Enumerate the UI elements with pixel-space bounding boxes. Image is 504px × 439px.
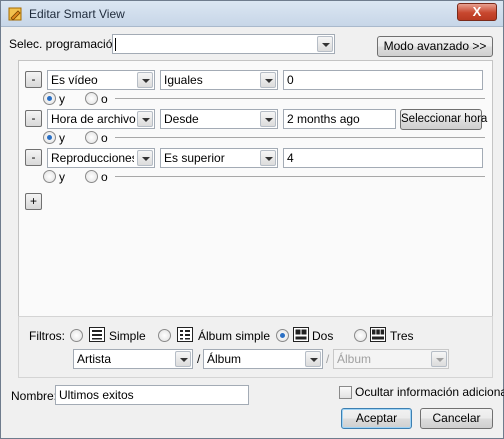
rule-value-text: 4 — [287, 151, 294, 165]
join-and-label: y — [59, 131, 65, 145]
two-column-view-icon — [293, 327, 309, 342]
filter-two-label: Dos — [312, 329, 334, 343]
chevron-down-icon[interactable] — [137, 150, 153, 166]
add-rule-button[interactable]: + — [25, 193, 42, 210]
rule-field-select[interactable]: Reproducciones (l — [47, 148, 155, 168]
rule-value-text: 2 months ago — [287, 112, 360, 126]
rule-divider — [115, 137, 485, 138]
edit-pencil-icon — [8, 7, 22, 21]
chevron-down-icon[interactable] — [260, 150, 276, 166]
filter-level-1-value: Artista — [77, 352, 112, 366]
remove-rule-button[interactable]: - — [25, 149, 42, 166]
filters-label: Filtros: — [29, 329, 65, 343]
text-caret — [115, 38, 116, 51]
accept-button[interactable]: Aceptar — [341, 408, 412, 429]
rule-field-value: Reproducciones (l — [51, 151, 134, 165]
filter-simple-radio[interactable] — [70, 329, 83, 342]
hide-info-checkbox[interactable] — [339, 386, 352, 399]
name-input-value: Ultimos exitos — [59, 388, 134, 402]
rule-operator-value: Iguales — [164, 73, 203, 87]
rule-value-input[interactable]: 0 — [283, 70, 483, 90]
chevron-down-icon[interactable] — [260, 111, 276, 127]
title-bar[interactable]: Editar Smart View X — [1, 1, 503, 27]
select-time-button[interactable]: Seleccionar hora — [400, 109, 487, 130]
rule-field-select[interactable]: Hora de archivo — [47, 109, 155, 129]
join-or-radio[interactable] — [85, 92, 98, 105]
rule-value-input[interactable]: 4 — [283, 148, 483, 168]
filter-level-1-select[interactable]: Artista — [73, 349, 193, 369]
rule-operator-select[interactable]: Es superior — [160, 148, 278, 168]
rule-operator-value: Desde — [164, 112, 199, 126]
remove-rule-button[interactable]: - — [25, 110, 42, 127]
rule-value-input[interactable]: 2 months ago — [283, 109, 396, 129]
rule-value-text: 0 — [287, 73, 294, 87]
remove-rule-button[interactable]: - — [25, 71, 42, 88]
join-and-label: y — [59, 92, 65, 106]
rule-divider — [115, 176, 485, 177]
rule-operator-select[interactable]: Iguales — [160, 70, 278, 90]
cancel-button[interactable]: Cancelar — [420, 408, 493, 429]
chevron-down-icon[interactable] — [317, 36, 333, 52]
rules-panel: - Es vídeo Iguales 0 y o - Hora de archi… — [18, 60, 493, 334]
filters-panel: Filtros: Simple Álbum simple Dos Tres Ar… — [18, 316, 493, 378]
filter-album-simple-label: Álbum simple — [198, 329, 271, 343]
smart-view-dialog: Editar Smart View X Selec. programación:… — [0, 0, 504, 439]
program-select[interactable] — [112, 34, 335, 54]
filter-separator: / — [326, 352, 330, 366]
join-and-radio[interactable] — [43, 131, 56, 144]
chevron-down-icon[interactable] — [137, 111, 153, 127]
filter-simple-label: Simple — [109, 329, 146, 343]
program-label: Selec. programación: — [9, 37, 123, 51]
join-or-radio[interactable] — [85, 170, 98, 183]
chevron-down-icon[interactable] — [175, 351, 191, 367]
rule-divider — [115, 98, 485, 99]
filter-three-radio[interactable] — [354, 329, 367, 342]
window-title: Editar Smart View — [29, 7, 125, 21]
join-or-radio[interactable] — [85, 131, 98, 144]
filter-three-label: Tres — [390, 329, 414, 343]
name-input[interactable]: Ultimos exitos — [55, 385, 249, 405]
filter-two-radio[interactable] — [276, 329, 289, 342]
filter-separator: / — [197, 352, 201, 366]
chevron-down-icon[interactable] — [305, 351, 321, 367]
three-column-view-icon — [370, 327, 386, 342]
rule-field-value: Es vídeo — [51, 73, 98, 87]
join-and-label: y — [59, 170, 65, 184]
list-view-icon — [89, 327, 105, 342]
filter-level-2-value: Álbum — [207, 352, 242, 366]
dialog-content: Selec. programación: Modo avanzado >> - … — [2, 28, 504, 438]
filter-level-3-select: Álbum — [333, 349, 449, 369]
join-or-label: o — [101, 170, 108, 184]
name-label: Nombre: — [11, 389, 58, 403]
close-button[interactable]: X — [457, 3, 497, 21]
rule-operator-select[interactable]: Desde — [160, 109, 278, 129]
hide-info-label: Ocultar información adicional — [355, 385, 504, 399]
rule-field-select[interactable]: Es vídeo — [47, 70, 155, 90]
filter-album-simple-radio[interactable] — [158, 329, 171, 342]
filter-level-2-select[interactable]: Álbum — [203, 349, 323, 369]
chevron-down-icon[interactable] — [260, 72, 276, 88]
join-and-radio[interactable] — [43, 92, 56, 105]
join-or-label: o — [101, 131, 108, 145]
rule-field-value: Hora de archivo — [51, 112, 136, 126]
rule-operator-value: Es superior — [164, 151, 225, 165]
join-and-radio[interactable] — [43, 170, 56, 183]
chevron-down-icon[interactable] — [137, 72, 153, 88]
filter-level-3-value: Álbum — [337, 352, 372, 366]
advanced-mode-button[interactable]: Modo avanzado >> — [377, 36, 493, 57]
chevron-down-icon — [431, 351, 447, 367]
album-simple-view-icon — [177, 327, 193, 342]
join-or-label: o — [101, 92, 108, 106]
